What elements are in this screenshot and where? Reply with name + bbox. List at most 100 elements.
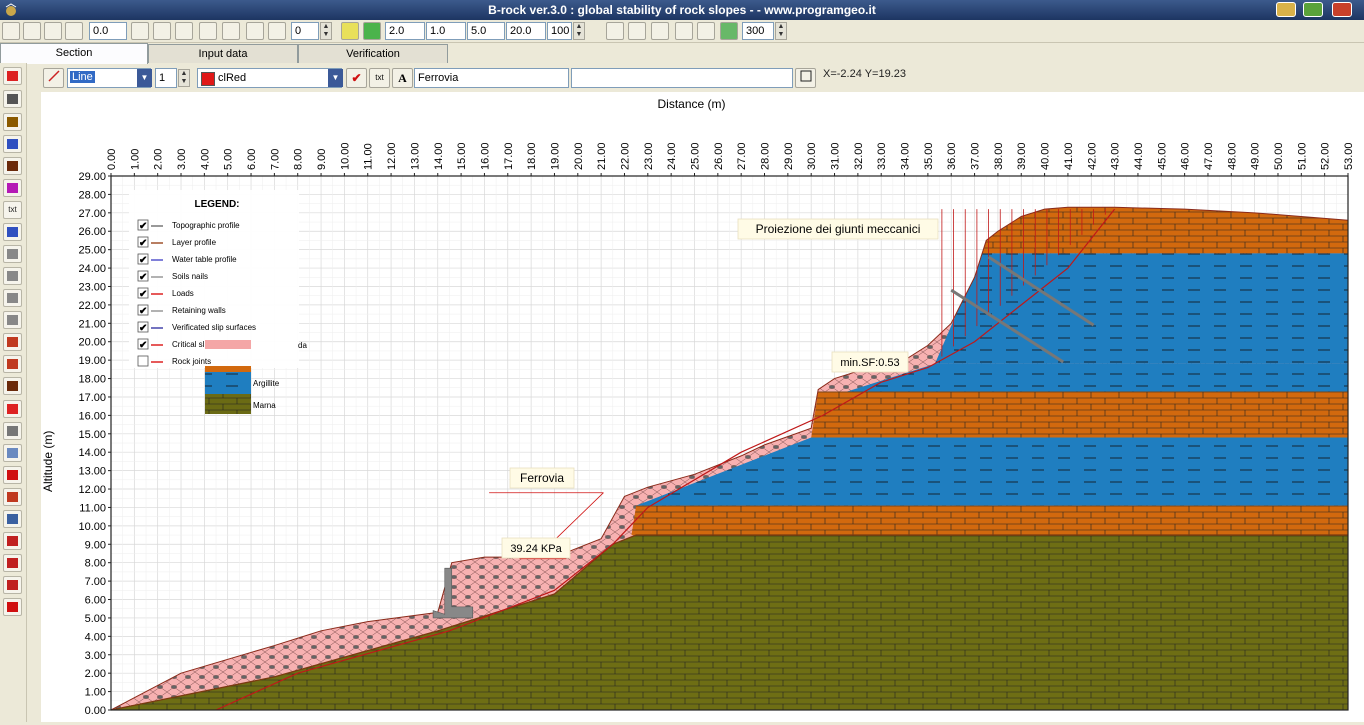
save-icon[interactable] <box>44 22 62 40</box>
new-icon[interactable] <box>2 22 20 40</box>
dxf-icon[interactable] <box>697 22 715 40</box>
text-button[interactable]: txt <box>369 68 390 88</box>
align-right-icon[interactable] <box>131 22 149 40</box>
layer-icon[interactable] <box>3 113 22 131</box>
sf-label-text: min.SF:0.53 <box>840 357 899 369</box>
x-tick-label: 40.00 <box>1040 142 1052 170</box>
field-4[interactable]: 5.0 <box>467 22 505 40</box>
bars-icon[interactable] <box>3 333 22 351</box>
x-tick-label: 34.00 <box>900 142 912 170</box>
check-icon[interactable] <box>3 466 22 484</box>
resolution-field[interactable]: 300 <box>742 22 774 40</box>
x-tick-label: 36.00 <box>946 142 958 170</box>
apply-check-icon[interactable]: ✔ <box>346 68 367 88</box>
undo-icon[interactable] <box>199 22 217 40</box>
bars-glyph <box>7 337 18 347</box>
open-icon[interactable] <box>23 22 41 40</box>
label-text-field[interactable]: Ferrovia <box>414 68 569 88</box>
legend-checkmark: ✔ <box>139 306 147 317</box>
print-icon[interactable] <box>628 22 646 40</box>
x-tick-label: 53.00 <box>1343 142 1355 170</box>
save-as-icon[interactable] <box>65 22 83 40</box>
x-tick-label: 33.00 <box>876 142 888 170</box>
font-button[interactable]: A <box>392 68 413 88</box>
color-select[interactable]: clRed <box>197 68 342 88</box>
y-tick-label: 18.00 <box>78 374 106 386</box>
line-tool-icon[interactable] <box>43 68 64 88</box>
axis-icon[interactable] <box>3 554 22 572</box>
x-tick-label: 52.00 <box>1320 142 1332 170</box>
field-3[interactable]: 1.0 <box>426 22 466 40</box>
chart-icon[interactable] <box>675 22 693 40</box>
line-icon[interactable] <box>246 22 264 40</box>
x-tick-label: 12.00 <box>386 142 398 170</box>
field-2[interactable]: 2.0 <box>385 22 425 40</box>
field-6[interactable]: 100 <box>547 22 572 40</box>
y-tick-label: 22.00 <box>78 300 106 312</box>
line-width-field[interactable]: 1 <box>155 68 177 88</box>
bars-icon[interactable] <box>3 355 22 373</box>
angle-spinner[interactable]: ▲ ▼ <box>320 22 332 40</box>
hline-icon[interactable] <box>3 245 22 263</box>
x-tick-label: 10.00 <box>339 142 351 170</box>
tab-section[interactable]: Section <box>0 43 148 64</box>
y-tick-label: 20.00 <box>78 337 106 349</box>
ruler-icon[interactable] <box>3 576 22 594</box>
resolution-spinner[interactable]: ▲ ▼ <box>775 22 787 40</box>
curve-icon[interactable] <box>3 532 22 550</box>
y-tick-label: 29.00 <box>78 171 106 183</box>
list-icon[interactable] <box>3 510 22 528</box>
section-canvas[interactable]: 0.00 1.00 2.00 3.00 4.00 5.00 6.00 7.00 8.00 9.00… <box>41 92 1364 722</box>
x-tick-label: 39.00 <box>1016 142 1028 170</box>
pencil-icon[interactable] <box>3 422 22 440</box>
x-tick-label: 3.00 <box>176 149 188 170</box>
close-button[interactable] <box>1332 2 1352 17</box>
column-icon[interactable] <box>3 157 22 175</box>
x-tick-label: 4.00 <box>199 149 211 170</box>
report-icon[interactable] <box>720 22 738 40</box>
axes-icon[interactable] <box>268 22 286 40</box>
y-axis-label: Altitude (m) <box>41 430 55 492</box>
water-table-icon[interactable] <box>3 135 22 153</box>
load-icon[interactable] <box>3 400 22 418</box>
rectangle-icon[interactable] <box>222 22 240 40</box>
stop-icon[interactable] <box>3 67 22 85</box>
maximize-button[interactable] <box>1303 2 1323 17</box>
nail-icon[interactable] <box>3 179 22 197</box>
wall-icon[interactable] <box>3 488 22 506</box>
align-left-icon[interactable] <box>153 22 171 40</box>
x-tick-label: 17.00 <box>503 142 515 170</box>
field-5[interactable]: 20.0 <box>506 22 546 40</box>
tab-input-data[interactable]: Input data <box>148 44 298 63</box>
x-tick-label: 19.00 <box>549 142 561 170</box>
label-text-field-2[interactable] <box>571 68 793 88</box>
grid-icon[interactable] <box>3 444 22 462</box>
print-preview-icon[interactable] <box>606 22 624 40</box>
zoom-icon[interactable] <box>341 22 359 40</box>
angle-field[interactable]: 0 <box>291 22 319 40</box>
legend-checkmark: ✔ <box>139 289 147 300</box>
table-icon[interactable] <box>3 223 22 241</box>
cursor-icon[interactable] <box>175 22 193 40</box>
grid-icon[interactable] <box>363 22 381 40</box>
vline-icon[interactable] <box>3 311 22 329</box>
minimize-button[interactable] <box>1276 2 1296 17</box>
color-dropdown[interactable]: ▼ <box>328 69 343 87</box>
text-tool-button[interactable]: txt <box>3 201 22 219</box>
column-icon[interactable] <box>3 377 22 395</box>
check-icon[interactable] <box>3 598 22 616</box>
line-width-spinner[interactable]: ▲ ▼ <box>178 69 190 87</box>
field-6-spinner[interactable]: ▲ ▼ <box>573 22 585 40</box>
offset-field[interactable]: 0.0 <box>89 22 127 40</box>
square-tool-icon[interactable] <box>795 68 816 88</box>
legend-checkmark: ✔ <box>139 238 147 249</box>
vline-icon[interactable] <box>3 267 22 285</box>
sf-label: min.SF:0.53 <box>831 351 909 373</box>
vline-icon[interactable] <box>3 289 22 307</box>
line-type-select[interactable]: Line <box>70 71 95 83</box>
slope-line-icon[interactable] <box>3 90 22 108</box>
table-icon[interactable] <box>651 22 669 40</box>
material-swatch <box>205 366 251 372</box>
tab-verification[interactable]: Verification <box>298 44 448 63</box>
line-type-dropdown[interactable]: ▼ <box>137 69 152 87</box>
